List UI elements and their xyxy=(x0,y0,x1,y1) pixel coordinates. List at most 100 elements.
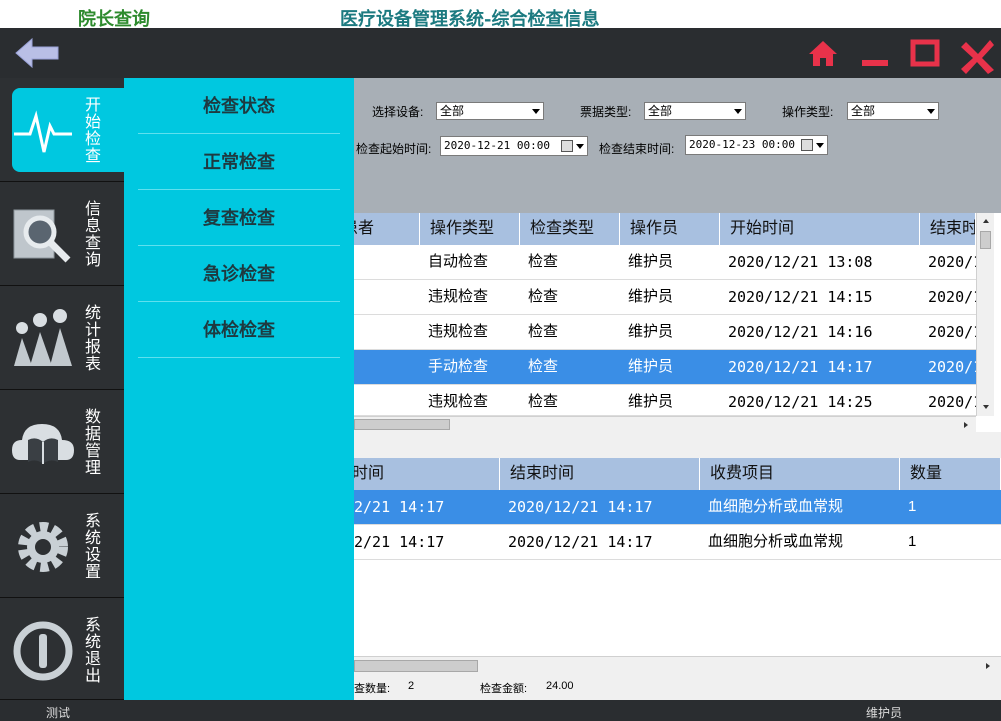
column-header[interactable]: 操作类型 xyxy=(420,213,520,245)
chevron-down-icon xyxy=(816,143,824,148)
calendar-icon xyxy=(561,140,573,152)
end-time-picker[interactable]: 2020-12-23 00:00 xyxy=(685,135,828,155)
operation-type-cell: 违规检查 xyxy=(428,323,489,340)
ticket-type-select-value: 全部 xyxy=(648,104,673,118)
people-chart-icon xyxy=(14,309,72,366)
exam-type-cell: 检查 xyxy=(528,323,559,340)
minimize-icon xyxy=(862,60,888,66)
exam-type-cell: 检查 xyxy=(528,393,559,410)
column-header[interactable]: 操作员 xyxy=(620,213,720,245)
column-header[interactable]: 时间 xyxy=(354,458,500,490)
minimize-button[interactable] xyxy=(858,36,892,70)
sidebar-item-system-settings[interactable]: 系统设置 xyxy=(0,494,124,598)
exam-amount-value: 24.00 xyxy=(546,680,574,692)
end-time-cell: 2020/1 xyxy=(928,393,976,411)
device-label: 选择设备: xyxy=(372,105,424,119)
device-select[interactable]: 全部 xyxy=(436,102,544,120)
table-row[interactable]: 违规检查 检查 维护员 2020/12/21 14:16 2020/1 xyxy=(354,315,976,350)
toolbar xyxy=(0,28,1001,78)
column-header[interactable]: 开始时间 xyxy=(720,213,920,245)
scrollbar-thumb[interactable] xyxy=(354,419,450,430)
column-header[interactable]: 结束时间 xyxy=(500,458,700,490)
exam-type-cell: 检查 xyxy=(528,253,559,270)
gear-icon xyxy=(18,522,68,572)
start-time-cell: 2020/12/21 14:25 xyxy=(728,393,873,411)
sidebar: 开始检查 信息查询 统计报表 数据管理 系统设置 系统退出 xyxy=(0,78,124,700)
start-time-cell: 2/21 14:17 xyxy=(354,533,445,551)
sidebar-item-system-exit[interactable]: 系统退出 xyxy=(0,598,124,700)
start-exam-submenu: 检查状态 正常检查 复查检查 急诊检查 体检检查 xyxy=(124,78,354,700)
end-time-cell: 2020/12/21 14:17 xyxy=(508,533,653,551)
power-icon xyxy=(13,621,73,681)
table-row-selected[interactable]: 2/21 14:17 2020/12/21 14:17 血细胞分析或血常规 1 xyxy=(354,490,1001,525)
end-time-cell: 2020/12/21 14:17 xyxy=(508,498,653,516)
charge-item-cell: 血细胞分析或血常规 xyxy=(708,498,844,515)
horizontal-scrollbar[interactable] xyxy=(354,656,1001,674)
operator-cell: 维护员 xyxy=(628,323,674,340)
maximize-button[interactable] xyxy=(908,36,942,70)
title-bar: 院长查询 医疗设备管理系统-综合检查信息 xyxy=(0,0,1001,30)
horizontal-scrollbar[interactable] xyxy=(354,416,976,432)
close-button[interactable] xyxy=(958,36,994,74)
exam-type-cell: 检查 xyxy=(528,358,559,375)
table-row[interactable]: 2/21 14:17 2020/12/21 14:17 血细胞分析或血常规 1 xyxy=(354,525,1001,560)
scroll-down-icon xyxy=(983,405,989,409)
home-button[interactable] xyxy=(806,36,840,70)
submenu-item-emergency-exam[interactable]: 急诊检查 xyxy=(138,246,340,302)
sidebar-item-statistics[interactable]: 统计报表 xyxy=(0,286,124,390)
submenu-item-exam-status[interactable]: 检查状态 xyxy=(138,78,340,134)
column-header[interactable]: 结束时 xyxy=(920,213,976,245)
inspection-table: 患者 操作类型 检查类型 操作员 开始时间 结束时 - 自动检查 检查 维护员 … xyxy=(354,213,1001,432)
sidebar-item-label: 信息查询 xyxy=(82,200,99,268)
exam-amount-label: 检查金额: xyxy=(480,683,528,695)
sidebar-item-data-management[interactable]: 数据管理 xyxy=(0,390,124,494)
start-time-picker[interactable]: 2020-12-21 00:00 xyxy=(440,136,588,156)
ticket-type-select[interactable]: 全部 xyxy=(644,102,746,120)
charge-detail-table: 时间 结束时间 收费项目 数量 2/21 14:17 2020/12/21 14… xyxy=(354,458,1001,674)
calendar-icon xyxy=(801,139,813,151)
operation-type-cell: 违规检查 xyxy=(428,288,489,305)
close-icon xyxy=(961,40,994,74)
end-time-cell: 2020/1 xyxy=(928,288,976,306)
vertical-scrollbar[interactable] xyxy=(976,213,994,416)
scrollbar-thumb[interactable] xyxy=(354,660,478,672)
sidebar-item-label: 系统退出 xyxy=(82,616,99,684)
operator-cell: 维护员 xyxy=(628,393,674,410)
column-header[interactable]: 患者 xyxy=(354,213,420,245)
submenu-item-physical-exam[interactable]: 体检检查 xyxy=(138,302,340,358)
chevron-down-icon xyxy=(532,109,540,114)
column-header[interactable]: 收费项目 xyxy=(700,458,900,490)
column-header[interactable]: 数量 xyxy=(900,458,1001,490)
totals-bar: 查数量: 2 检查金额: 24.00 xyxy=(354,674,1001,700)
quantity-cell: 1 xyxy=(908,498,917,515)
table-header: 患者 操作类型 检查类型 操作员 开始时间 结束时 xyxy=(354,213,976,245)
table-row[interactable]: 违规检查 检查 维护员 2020/12/21 14:15 2020/1 xyxy=(354,280,976,315)
sidebar-item-start-exam[interactable]: 开始检查 xyxy=(0,78,124,182)
submenu-item-normal-exam[interactable]: 正常检查 xyxy=(138,134,340,190)
start-time-label: 检查起始时间: xyxy=(356,142,432,156)
operation-type-cell: 自动检查 xyxy=(428,253,489,270)
start-time-cell: 2/21 14:17 xyxy=(354,498,445,516)
quantity-cell: 1 xyxy=(908,533,917,550)
sidebar-item-info-query[interactable]: 信息查询 xyxy=(0,182,124,286)
sidebar-item-label: 统计报表 xyxy=(82,304,99,372)
table-row[interactable]: 违规检查 检查 维护员 2020/12/21 14:25 2020/1 xyxy=(354,385,976,416)
arrow-left-icon xyxy=(15,37,59,69)
status-user-text: 维护员 xyxy=(866,706,903,720)
column-header[interactable]: 检查类型 xyxy=(520,213,620,245)
scrollbar-thumb[interactable] xyxy=(980,231,991,249)
chevron-down-icon xyxy=(576,144,584,149)
exam-count-value: 2 xyxy=(408,680,415,692)
back-button[interactable] xyxy=(12,36,62,70)
start-time-cell: 2020/12/21 13:08 xyxy=(728,253,873,271)
start-time-cell: 2020/12/21 14:15 xyxy=(728,288,873,306)
table-row[interactable]: - 自动检查 检查 维护员 2020/12/21 13:08 2020/1 xyxy=(354,245,976,280)
cloud-book-icon xyxy=(12,424,74,464)
home-icon xyxy=(809,41,837,66)
operation-type-select[interactable]: 全部 xyxy=(847,102,939,120)
submenu-item-recheck-exam[interactable]: 复查检查 xyxy=(138,190,340,246)
scroll-right-icon xyxy=(986,663,990,669)
charge-item-cell: 血细胞分析或血常规 xyxy=(708,533,844,550)
end-time-value: 2020-12-23 00:00 xyxy=(689,138,795,151)
table-row-selected[interactable]: 手动检查 检查 维护员 2020/12/21 14:17 2020/1 xyxy=(354,350,976,385)
